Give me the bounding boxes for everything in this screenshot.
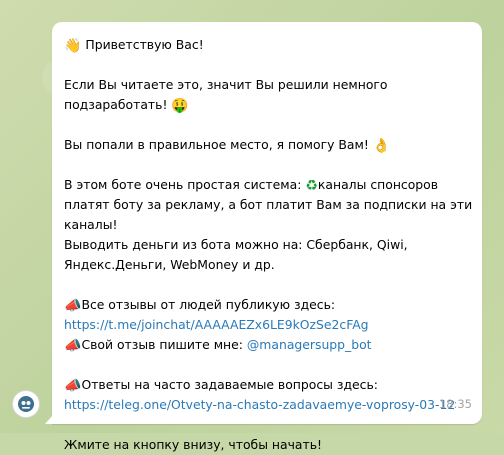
right-place-text: Вы попали в правильное место, я помогу В… [64,137,369,152]
recycle-icon: ♻ [305,178,318,194]
faq-link[interactable]: https://teleg.one/Otvety-na-chasto-zadav… [64,397,455,412]
system-text-b: каналы спонсоров [317,177,439,192]
manager-username-link[interactable]: @managersupp_bot [247,337,372,352]
system-text-a: В этом боте очень простая система: [64,177,302,192]
message-bubble: 👋 Приветствую Вас! Если Вы читаете это, … [45,22,482,452]
your-review-label: Свой отзыв пишите мне: [81,337,243,352]
waving-hand-icon: 👋 [64,38,82,54]
greeting-line: 👋 Приветствую Вас! [64,35,470,55]
bot-avatar-icon [18,396,34,412]
intro-text: подзаработать! [64,97,168,112]
money-face-icon: 🤑 [171,98,189,114]
faq-label: Ответы на часто задаваемые вопросы здесь… [81,377,378,392]
your-review-line: 📣Свой отзыв пишите мне: @managersupp_bot [64,335,470,355]
megaphone-icon: 📣 [64,378,82,394]
bot-avatar[interactable] [12,390,40,418]
greeting-text: Приветствую Вас! [85,37,204,52]
withdraw-line-1: Выводить деньги из бота можно на: Сберба… [64,237,408,252]
intro-text-line-2: подзаработать! 🤑 [64,95,470,115]
faq-line: 📣Ответы на часто задаваемые вопросы здес… [64,375,470,395]
intro-text-line-1: Если Вы читаете это, значит Вы решили не… [64,77,388,92]
system-line-2: платят боту за рекламу, а бот платит Вам… [64,197,473,212]
reviews-link[interactable]: https://t.me/joinchat/AAAAAEZx6LE9kOzSe2… [64,317,369,332]
ok-hand-icon: 👌 [372,138,391,154]
system-line-1: В этом боте очень простая система: ♻кана… [64,175,470,195]
reviews-link-line: https://t.me/joinchat/AAAAAEZx6LE9kOzSe2… [64,315,470,335]
message-time: 18:35 [438,397,472,411]
system-line-3: каналы! [64,217,118,232]
withdraw-line-2: Яндекс.Деньги, WebMoney и др. [64,257,275,272]
right-place-line: Вы попали в правильное место, я помогу В… [64,135,470,155]
reviews-label: Все отзывы от людей публикую здесь: [81,297,336,312]
megaphone-icon: 📣 [64,338,82,354]
megaphone-icon: 📣 [64,298,82,314]
faq-link-line: https://teleg.one/Otvety-na-chasto-zadav… [64,395,470,415]
reviews-line: 📣Все отзывы от людей публикую здесь: [64,295,470,315]
closing-text: Жмите на кнопку внизу, чтобы начать! [64,437,323,452]
